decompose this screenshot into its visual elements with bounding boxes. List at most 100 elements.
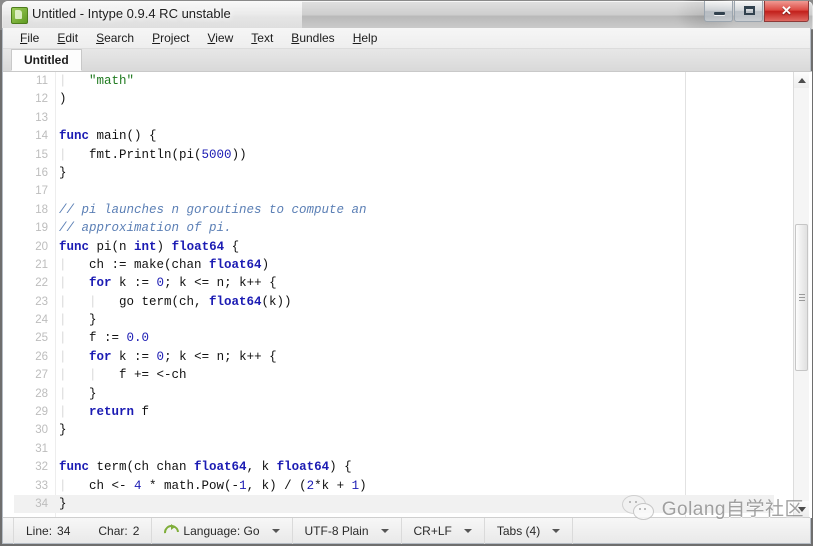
language-label: Language: Go (183, 523, 260, 538)
code-text: func main() { (59, 129, 157, 144)
maximize-button[interactable] (734, 1, 763, 22)
code-line[interactable]: 32 func term(ch chan float64, k float64) … (14, 458, 774, 476)
line-number: 33 (35, 479, 48, 492)
code-line[interactable]: 29 | return f (14, 403, 774, 421)
code-text: // pi launches n goroutines to compute a… (59, 202, 367, 217)
code-line[interactable]: 28 | } (14, 385, 774, 403)
line-number: 26 (35, 350, 48, 363)
line-number: 25 (35, 332, 48, 345)
line-number: 13 (35, 111, 48, 124)
code-line[interactable]: 25 | f := 0.0 (14, 329, 774, 347)
code-text: | for k := 0; k <= n; k++ { (59, 349, 277, 364)
code-text: | for k := 0; k <= n; k++ { (59, 276, 277, 291)
line-number: 23 (35, 295, 48, 308)
encoding-selector[interactable]: UTF-8 Plain (293, 517, 402, 544)
tabs-label: Tabs (4) (496, 523, 541, 538)
status-bar: Line: 34 Char: 2 Language: Go UTF-8 Plai… (3, 517, 810, 544)
code-line[interactable]: 33 | ch <- 4 * math.Pow(-1, k) / (2*k + 1… (14, 477, 774, 495)
code-line[interactable]: 30} (14, 421, 774, 439)
scroll-up-icon (797, 77, 806, 83)
close-icon: ✕ (781, 3, 792, 18)
menu-edit[interactable]: Edit (48, 29, 87, 47)
code-line[interactable]: 24 | } (14, 311, 774, 329)
code-line[interactable]: 23 | | go term(ch, float64(k)) (14, 293, 774, 311)
line-number: 19 (35, 222, 48, 235)
scrollbar-grip-icon (799, 293, 805, 302)
menu-view[interactable]: View (198, 29, 242, 47)
code-text: func pi(n int) float64 { (59, 239, 240, 254)
maximize-icon (744, 6, 755, 15)
line-number: 31 (35, 442, 48, 455)
line-number: 17 (35, 185, 48, 198)
scroll-down-icon (797, 506, 806, 512)
menu-bar: File Edit Search Project View Text Bundl… (3, 28, 810, 49)
language-selector[interactable]: Language: Go (152, 517, 293, 544)
minimize-button[interactable] (704, 1, 733, 22)
code-line[interactable]: 14 func main() { (14, 127, 774, 145)
code-text: // approximation of pi. (59, 221, 232, 236)
code-line[interactable]: 18 // pi launches n goroutines to compute… (14, 201, 774, 219)
line-number: 22 (35, 277, 48, 290)
client-area: File Edit Search Project View Text Bundl… (2, 28, 812, 544)
code-line[interactable]: 15 | fmt.Println(pi(5000)) (14, 146, 774, 164)
intype-app-icon[interactable] (11, 7, 28, 24)
code-text: | "math" (59, 74, 135, 88)
menu-project[interactable]: Project (143, 29, 198, 47)
line-number: 12 (35, 93, 48, 106)
cursor-position[interactable]: Line: 34 Char: 2 (13, 517, 153, 544)
chevron-down-icon (271, 528, 280, 533)
line-number: 30 (35, 424, 48, 437)
menu-help[interactable]: Help (344, 29, 387, 47)
menu-search[interactable]: Search (87, 29, 143, 47)
code-line[interactable]: 16} (14, 164, 774, 182)
code-viewport: 11 | "math" 12) 13 14 func main() {15 | fmt.Pr… (14, 72, 774, 518)
code-line[interactable]: 11 | "math" (14, 72, 774, 90)
chevron-down-icon (380, 528, 389, 533)
code-line[interactable]: 21 | ch := make(chan float64) (14, 256, 774, 274)
code-text: } (59, 423, 67, 438)
line-number: 18 (35, 203, 48, 216)
line-number: 15 (35, 148, 48, 161)
title-bar: Untitled - Intype 0.9.4 RC unstable ✕ (0, 0, 813, 30)
code-lines: 11 | "math" 12) 13 14 func main() {15 | fmt.Pr… (14, 72, 774, 514)
encoding-label: UTF-8 Plain (304, 523, 369, 538)
code-line[interactable]: 19 // approximation of pi. (14, 219, 774, 237)
code-text: | fmt.Println(pi(5000)) (59, 147, 247, 162)
code-line[interactable]: 13 (14, 109, 774, 127)
line-number: 28 (35, 387, 48, 400)
code-line[interactable]: 12) (14, 90, 774, 108)
code-text: | f := 0.0 (59, 331, 150, 346)
vertical-scrollbar[interactable] (793, 72, 809, 517)
code-line[interactable]: 22 | for k := 0; k <= n; k++ { (14, 274, 774, 292)
line-number: 27 (35, 369, 48, 382)
scroll-down-button[interactable] (794, 501, 809, 517)
close-button[interactable]: ✕ (764, 1, 809, 22)
code-line[interactable]: 26 | for k := 0; k <= n; k++ { (14, 348, 774, 366)
code-text: | | f += <-ch (59, 368, 187, 383)
code-line[interactable]: 34} (14, 494, 774, 514)
minimize-icon (714, 12, 725, 15)
line-number: 34 (35, 497, 48, 510)
scroll-up-button[interactable] (794, 72, 809, 88)
scrollbar-thumb[interactable] (795, 224, 808, 371)
code-line[interactable]: 20 func pi(n int) float64 { (14, 238, 774, 256)
code-line[interactable]: 27 | | f += <-ch (14, 366, 774, 384)
char-label: Char: (98, 523, 128, 538)
line-ending-selector[interactable]: CR+LF (402, 517, 485, 544)
code-line[interactable]: 17 (14, 182, 774, 200)
line-number: 24 (35, 314, 48, 327)
code-line[interactable]: 31 (14, 440, 774, 458)
line-number: 21 (35, 258, 48, 271)
line-value: 34 (57, 523, 71, 538)
code-editor[interactable]: 11 | "math" 12) 13 14 func main() {15 | fmt.Pr… (3, 71, 812, 518)
line-number: 16 (35, 166, 48, 179)
tabs-selector[interactable]: Tabs (4) (485, 517, 574, 544)
menu-text[interactable]: Text (242, 29, 282, 47)
code-text: | ch <- 4 * math.Pow(-1, k) / (2*k + 1) (59, 478, 367, 493)
menu-file[interactable]: File (11, 29, 48, 47)
code-text: ) (59, 92, 67, 107)
line-number: 32 (35, 461, 48, 474)
menu-bundles[interactable]: Bundles (282, 29, 343, 47)
tab-untitled[interactable]: Untitled (11, 49, 82, 71)
tab-bar: Untitled (3, 49, 810, 72)
